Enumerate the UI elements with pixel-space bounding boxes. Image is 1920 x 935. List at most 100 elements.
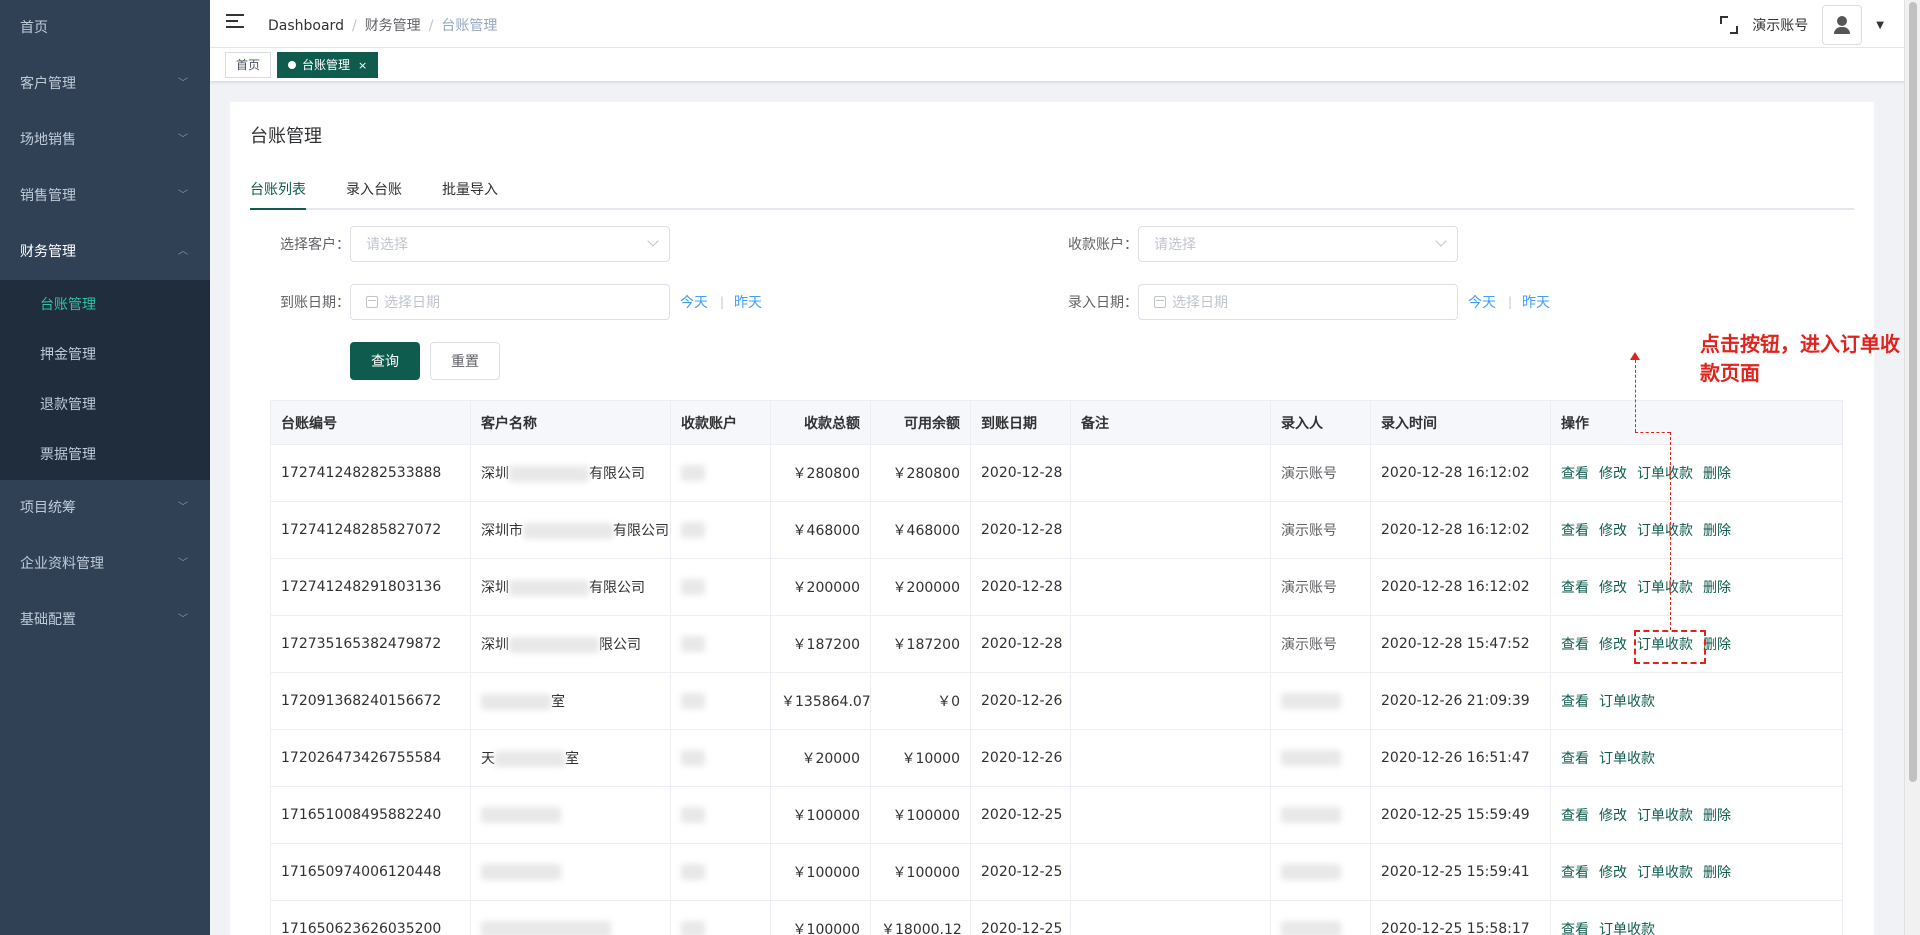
entry-today-link[interactable]: 今天 [1468, 292, 1496, 312]
customer-select[interactable]: 请选择 [350, 226, 670, 262]
cell-entered-by: 演示账号 [1270, 501, 1371, 559]
column-header: 录入时间 [1370, 400, 1551, 445]
cell-time: 2020-12-28 16:12:02 [1370, 558, 1551, 616]
cell-date-text: 2020-12-26 [981, 750, 1063, 766]
cell-time-text: 2020-12-28 15:47:52 [1381, 636, 1530, 652]
sidebar-item[interactable]: 项目统筹 ﹀ [0, 480, 210, 536]
account-placeholder: 请选择 [1154, 237, 1196, 253]
action-link[interactable]: 订单收款 [1637, 865, 1693, 881]
sidebar-subitem[interactable]: 台账管理 [0, 280, 210, 330]
reset-button[interactable]: 重置 [430, 342, 500, 380]
action-link[interactable]: 查看 [1561, 751, 1589, 767]
query-button[interactable]: 查询 [350, 342, 420, 380]
breadcrumb-item-dashboard[interactable]: Dashboard [268, 18, 344, 34]
tag-ledger[interactable]: 台账管理 × [277, 51, 379, 78]
cell-ledger-id: 172741248285827072 [270, 501, 471, 559]
sidebar-subitem[interactable]: 退款管理 [0, 380, 210, 430]
action-link[interactable]: 删除 [1703, 466, 1731, 482]
sidebar-item-label: 财务管理 [20, 244, 76, 260]
action-link[interactable]: 订单收款 [1637, 466, 1693, 482]
sidebar-subitem[interactable]: 票据管理 [0, 430, 210, 480]
action-link[interactable]: 修改 [1599, 865, 1627, 881]
action-link[interactable]: 删除 [1703, 808, 1731, 824]
sidebar-item[interactable]: 客户管理 ﹀ [0, 56, 210, 112]
action-link[interactable]: 修改 [1599, 808, 1627, 824]
tab-batch-import[interactable]: 批量导入 [442, 170, 498, 208]
action-link[interactable]: 修改 [1599, 637, 1627, 653]
cell-ledger-id-text: 171650623626035200 [281, 921, 442, 935]
cell-entered-by-text: 演示账号 [1281, 580, 1337, 596]
account-select[interactable]: 请选择 [1138, 226, 1458, 262]
breadcrumb-item-finance[interactable]: 财务管理 [365, 18, 421, 34]
action-link[interactable]: 修改 [1599, 580, 1627, 596]
sidebar-item[interactable]: 首页 [0, 0, 210, 56]
action-link[interactable]: 查看 [1561, 865, 1589, 881]
page-scrollbar[interactable] [1904, 0, 1920, 935]
redacted-text [481, 864, 561, 880]
action-link[interactable]: 订单收款 [1599, 751, 1655, 767]
cell-amount-text: ￥100000 [792, 865, 860, 881]
sidebar-item[interactable]: 销售管理 ﹀ [0, 168, 210, 224]
close-icon[interactable]: × [358, 59, 367, 72]
cell-actions: 查看 修改 订单收款 删除 [1550, 786, 1843, 844]
action-link[interactable]: 查看 [1561, 637, 1589, 653]
tab-add-ledger[interactable]: 录入台账 [346, 170, 402, 208]
action-link[interactable]: 订单收款 [1599, 694, 1655, 710]
caret-down-icon[interactable]: ▼ [1876, 20, 1884, 31]
action-link[interactable]: 查看 [1561, 694, 1589, 710]
cell-customer: 深圳 有限公司 [470, 444, 671, 502]
hamburger-icon[interactable] [226, 14, 244, 28]
sidebar-item[interactable]: 财务管理 ︿ [0, 224, 210, 280]
sidebar-item[interactable]: 基础配置 ﹀ [0, 592, 210, 648]
redacted-text [481, 921, 611, 935]
scrollbar-thumb[interactable] [1909, 2, 1917, 782]
breadcrumb-separator: / [351, 18, 357, 34]
sidebar-subitem[interactable]: 押金管理 [0, 330, 210, 380]
action-link[interactable]: 查看 [1561, 466, 1589, 482]
entry-date-picker[interactable]: 选择日期 [1138, 284, 1458, 320]
cell-amount-text: ￥100000 [792, 808, 860, 824]
sidebar-item[interactable]: 场地销售 ﹀ [0, 112, 210, 168]
table-row: 172741248282533888 深圳 有限公司 ￥280800 ￥280800 20… [270, 444, 1843, 502]
action-link[interactable]: 查看 [1561, 523, 1589, 539]
action-link[interactable]: 查看 [1561, 922, 1589, 935]
annotation-line [1670, 432, 1671, 630]
cell-ledger-id: 172091368240156672 [270, 672, 471, 730]
cell-customer [470, 900, 671, 935]
account-name[interactable]: 演示账号 [1752, 15, 1808, 35]
cell-customer-tail: 室 [551, 694, 565, 710]
cell-balance: ￥10000 [870, 729, 971, 787]
sidebar-item[interactable]: 企业资料管理 ﹀ [0, 536, 210, 592]
action-link[interactable]: 删除 [1703, 865, 1731, 881]
cell-date: 2020-12-28 [970, 615, 1071, 673]
action-link[interactable]: 查看 [1561, 580, 1589, 596]
arrival-today-link[interactable]: 今天 [680, 292, 708, 312]
action-link[interactable]: 订单收款 [1599, 922, 1655, 935]
action-link[interactable]: 订单收款 [1637, 808, 1693, 824]
cell-date: 2020-12-25 [970, 843, 1071, 901]
action-link[interactable]: 查看 [1561, 808, 1589, 824]
action-link[interactable]: 订单收款 [1637, 580, 1693, 596]
arrival-yesterday-link[interactable]: 昨天 [734, 292, 762, 312]
entry-yesterday-link[interactable]: 昨天 [1522, 292, 1550, 312]
account-label: 收款账户： [1068, 237, 1138, 253]
fullscreen-icon[interactable] [1720, 16, 1739, 34]
action-link[interactable]: 删除 [1703, 637, 1731, 653]
action-link[interactable]: 修改 [1599, 523, 1627, 539]
arrival-date-picker[interactable]: 选择日期 [350, 284, 670, 320]
cell-remark [1070, 786, 1271, 844]
cell-entered-by-text: 演示账号 [1281, 466, 1337, 482]
cell-balance-text: ￥187200 [892, 637, 960, 653]
action-link[interactable]: 删除 [1703, 580, 1731, 596]
action-link[interactable]: 删除 [1703, 523, 1731, 539]
action-link[interactable]: 修改 [1599, 466, 1627, 482]
column-header: 备注 [1070, 400, 1271, 445]
tab-ledger-list[interactable]: 台账列表 [250, 170, 306, 210]
cell-remark [1070, 843, 1271, 901]
tag-home[interactable]: 首页 [225, 51, 272, 78]
chevron-down-icon: ﹀ [178, 558, 188, 569]
avatar[interactable] [1822, 5, 1863, 45]
column-header: 可用余额 [870, 400, 971, 445]
cell-time: 2020-12-25 15:58:17 [1370, 900, 1551, 935]
action-link[interactable]: 订单收款 [1637, 523, 1693, 539]
